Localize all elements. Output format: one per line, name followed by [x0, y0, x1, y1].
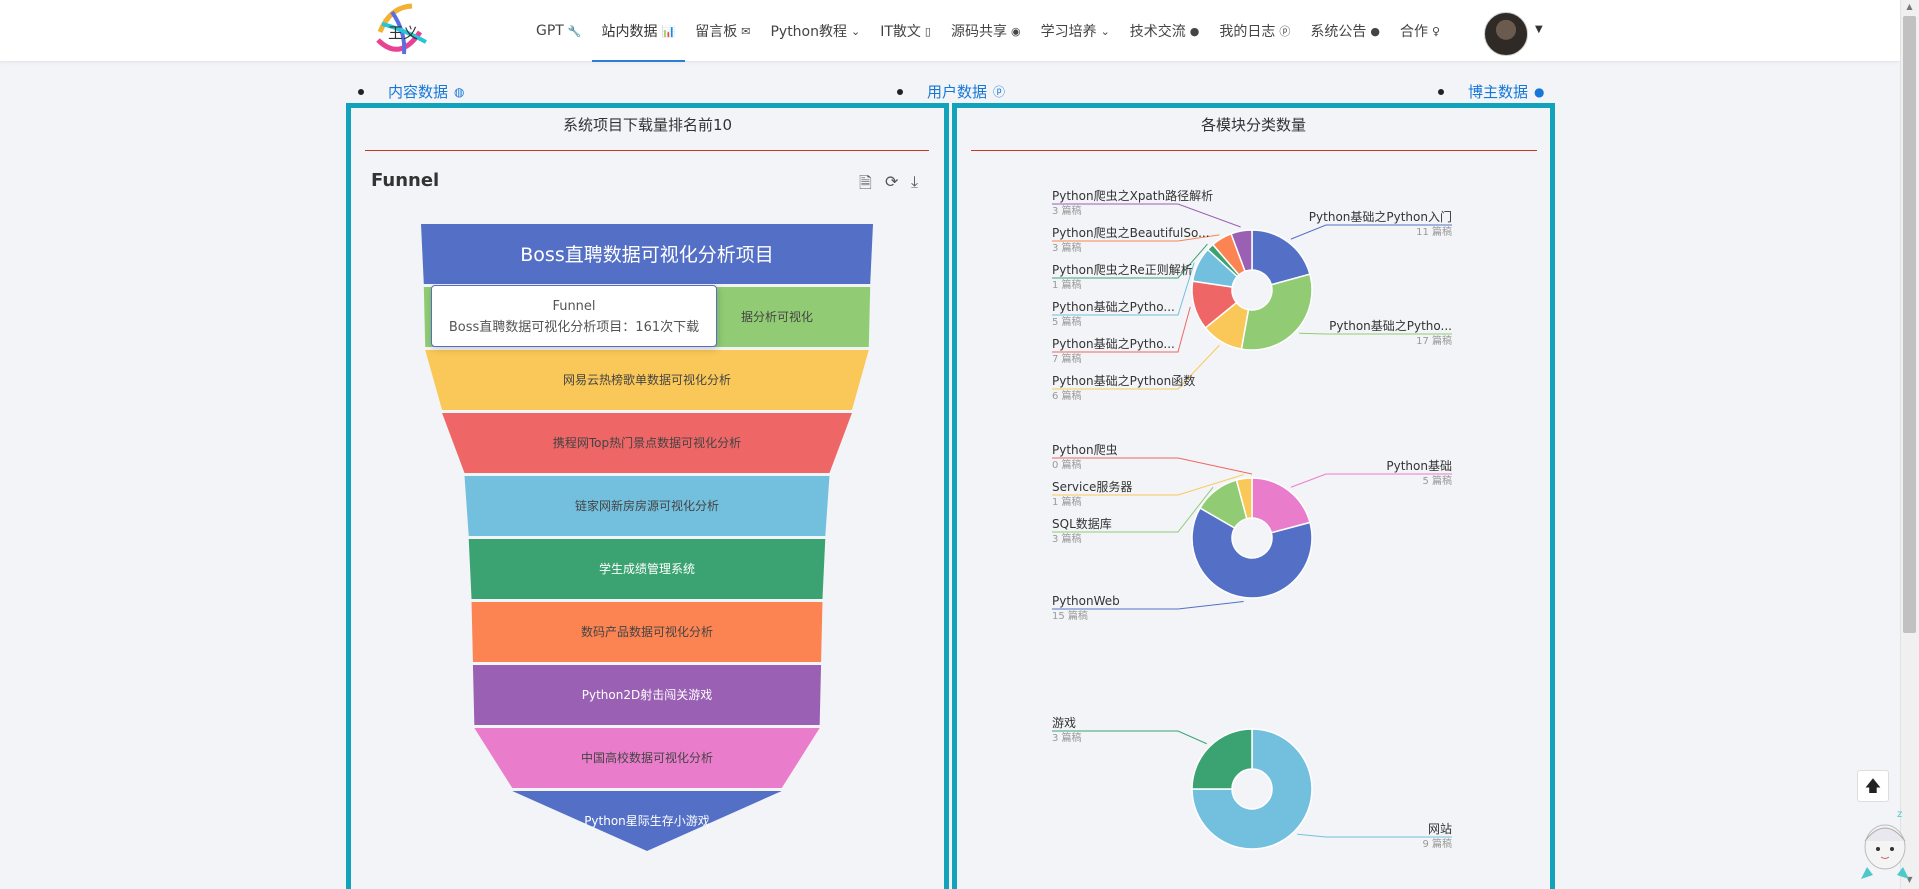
pie-label-value: 1 篇稿	[1052, 495, 1082, 508]
pie-label-value: 11 篇稿	[1416, 225, 1452, 238]
pie-label-value: 15 篇稿	[1052, 609, 1088, 622]
pie-label-name: 游戏	[1052, 716, 1076, 730]
pie-label-value: 6 篇稿	[1052, 389, 1082, 402]
pie-label-name: Python基础之Python入门	[1309, 209, 1452, 224]
pie-label-value: 0 篇稿	[1052, 458, 1082, 471]
arrow-up-icon: 🡅	[1864, 776, 1882, 795]
pie-label-name: Python基础之Pytho...	[1052, 300, 1175, 314]
pie-label-name: Python爬虫之Xpath路径解析	[1052, 188, 1213, 203]
pie-slice[interactable]	[1240, 273, 1313, 351]
pie-label-value: 1 篇稿	[1052, 278, 1082, 291]
pie-label-name: Python基础	[1386, 459, 1452, 473]
pie-label-value: 17 篇稿	[1416, 334, 1452, 347]
back-to-top-button[interactable]: 🡅	[1857, 770, 1889, 802]
pie-label-line	[1299, 332, 1452, 335]
pie-label-name: SQL数据库	[1052, 516, 1112, 531]
pie-label-value: 5 篇稿	[1422, 474, 1452, 487]
category-pie-charts[interactable]: Python基础之Python入门11 篇稿Python基础之Pytho...1…	[0, 0, 1919, 889]
svg-text:z: z	[1897, 809, 1902, 820]
pie-label-name: Python爬虫	[1052, 443, 1118, 457]
pie-label-name: Python基础之Python函数	[1052, 373, 1195, 388]
pie-label-value: 9 篇稿	[1422, 837, 1452, 850]
pie-label-value: 3 篇稿	[1052, 532, 1082, 545]
pie-label-value: 3 篇稿	[1052, 731, 1082, 744]
viewport: 王义 GPT 🔧 站内数据 📊 留言板 ✉ Python教程 ⌄ IT散文 ▯ 源码共享 ◉ 学习培养 ⌄…	[0, 0, 1919, 889]
mascot-icon[interactable]: z	[1857, 805, 1913, 885]
pie-label-value: 5 篇稿	[1052, 315, 1082, 328]
pie-label-value: 7 篇稿	[1052, 352, 1082, 365]
pie-label-name: Service服务器	[1052, 479, 1132, 494]
pie-label-name: Python爬虫之Re正则解析	[1052, 263, 1193, 277]
pie-label-value: 3 篇稿	[1052, 204, 1082, 217]
pie-label-name: Python爬虫之BeautifulSo...	[1052, 226, 1210, 240]
pie-label-name: PythonWeb	[1052, 594, 1120, 608]
pie-slice[interactable]	[1191, 728, 1253, 790]
pie-label-value: 3 篇稿	[1052, 241, 1082, 254]
pie-label-name: 网站	[1428, 822, 1452, 836]
pie-label-name: Python基础之Pytho...	[1329, 319, 1452, 333]
pie-label-name: Python基础之Pytho...	[1052, 337, 1175, 351]
pie-label-line	[1052, 457, 1253, 475]
